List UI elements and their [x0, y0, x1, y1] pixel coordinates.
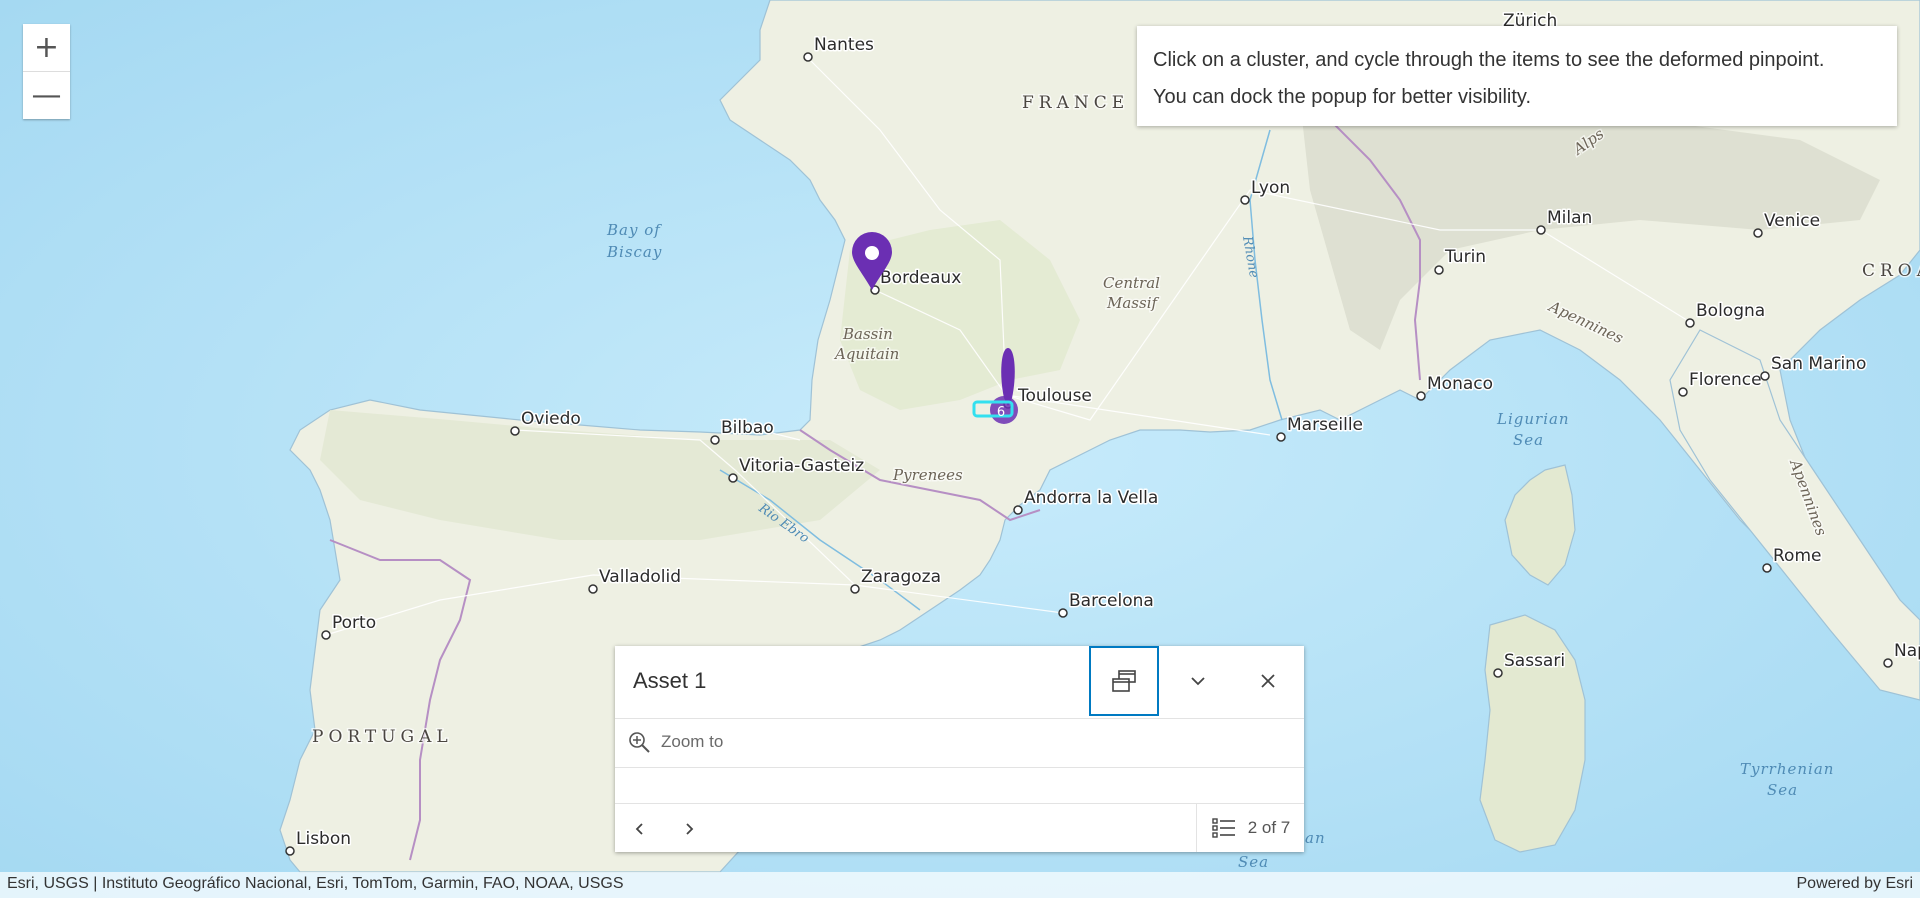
svg-text:Andorra la Vella: Andorra la Vella: [1024, 488, 1158, 508]
svg-text:Oviedo: Oviedo: [521, 409, 581, 429]
pagination-label: 2 of 7: [1247, 818, 1291, 837]
svg-text:Bologna: Bologna: [1696, 301, 1765, 321]
svg-text:Nantes: Nantes: [814, 35, 874, 55]
svg-text:Toulouse: Toulouse: [1017, 386, 1092, 406]
svg-text:Monaco: Monaco: [1427, 374, 1493, 394]
svg-text:Sassari: Sassari: [1504, 651, 1565, 671]
cluster-count: 6: [997, 405, 1005, 420]
region-label-central-1: Central: [1103, 274, 1160, 292]
svg-text:Zaragoza: Zaragoza: [861, 567, 941, 587]
svg-text:Porto: Porto: [332, 613, 376, 633]
attribution-sources[interactable]: Esri, USGS | Instituto Geográfico Nacion…: [7, 875, 624, 893]
svg-text:Valladolid: Valladolid: [599, 567, 681, 587]
zoom-control: + —: [23, 24, 70, 119]
svg-text:Lisbon: Lisbon: [296, 829, 351, 849]
region-label-pyrenees: Pyrenees: [892, 466, 963, 484]
svg-text:Rome: Rome: [1773, 546, 1821, 566]
feature-popup: Asset 1 Zoom to 2 of 7: [615, 646, 1304, 852]
feature-list-button[interactable]: 2 of 7: [1196, 804, 1305, 852]
popup-title: Asset 1: [633, 668, 707, 693]
water-label-sea-fragment: Sea: [1238, 853, 1269, 871]
water-label-ligurian-2: Sea: [1513, 431, 1544, 449]
popup-footer: 2 of 7: [615, 803, 1304, 853]
dock-icon: [1112, 670, 1136, 692]
svg-text:Barcelona: Barcelona: [1069, 591, 1154, 611]
previous-feature-button[interactable]: [623, 812, 657, 846]
attribution-bar: Esri, USGS | Instituto Geográfico Nacion…: [0, 872, 1920, 898]
close-icon: [1261, 674, 1275, 688]
next-feature-button[interactable]: [672, 812, 706, 846]
list-icon: [1212, 818, 1235, 838]
chevron-left-icon: [635, 823, 643, 835]
zoom-to-action[interactable]: Zoom to: [627, 730, 723, 754]
region-label-bassin-1: Bassin: [842, 325, 893, 343]
zoom-to-label: Zoom to: [661, 732, 724, 751]
country-label-croatia: CROA: [1862, 261, 1920, 281]
svg-text:Nap: Nap: [1894, 641, 1920, 661]
svg-text:Vitoria-Gasteiz: Vitoria-Gasteiz: [739, 456, 864, 476]
instructions-panel: Click on a cluster, and cycle through th…: [1137, 26, 1897, 126]
instructions-line-1: Click on a cluster, and cycle through th…: [1153, 49, 1825, 71]
chevron-down-icon: [1191, 677, 1205, 686]
region-label-bassin-2: Aquitain: [833, 345, 899, 363]
svg-text:Milan: Milan: [1547, 208, 1592, 228]
country-label-france: FRANCE: [1022, 93, 1129, 113]
zoom-out-button[interactable]: —: [23, 71, 70, 119]
instructions-line-2: You can dock the popup for better visibi…: [1153, 86, 1532, 108]
svg-text:Turin: Turin: [1444, 247, 1486, 267]
powered-by-esri[interactable]: Powered by Esri: [1797, 875, 1914, 893]
svg-text:Venice: Venice: [1764, 211, 1820, 231]
country-label-portugal: PORTUGAL: [312, 727, 453, 747]
water-label-bay-of-biscay-1: Bay of: [606, 221, 662, 239]
region-label-central-2: Massif: [1106, 294, 1159, 312]
zoom-in-button[interactable]: +: [23, 24, 70, 71]
water-label-bay-of-biscay-2: Biscay: [606, 243, 662, 261]
svg-text:Marseille: Marseille: [1287, 415, 1363, 435]
water-label-ligurian-1: Ligurian: [1496, 410, 1570, 428]
water-label-an-fragment: an: [1305, 829, 1326, 847]
zoom-in-magnifier-icon: [629, 732, 650, 753]
svg-text:Florence: Florence: [1689, 370, 1762, 390]
popup-header: Asset 1: [615, 646, 1304, 719]
water-label-tyrrhenian-2: Sea: [1767, 781, 1798, 799]
svg-text:San Marino: San Marino: [1771, 354, 1866, 374]
dock-button[interactable]: [1089, 646, 1159, 716]
plus-icon: +: [33, 30, 60, 65]
water-label-tyrrhenian-1: Tyrrhenian: [1740, 760, 1834, 778]
city-toulouse[interactable]: Toulouse: [1003, 385, 1093, 409]
close-button[interactable]: [1234, 646, 1302, 716]
svg-text:Bilbao: Bilbao: [721, 418, 774, 438]
minus-icon: —: [31, 78, 62, 113]
popup-divider: [615, 767, 1304, 768]
chevron-right-icon: [686, 823, 694, 835]
svg-text:Lyon: Lyon: [1251, 178, 1290, 198]
svg-text:Bordeaux: Bordeaux: [880, 268, 961, 288]
collapse-button[interactable]: [1164, 646, 1232, 716]
